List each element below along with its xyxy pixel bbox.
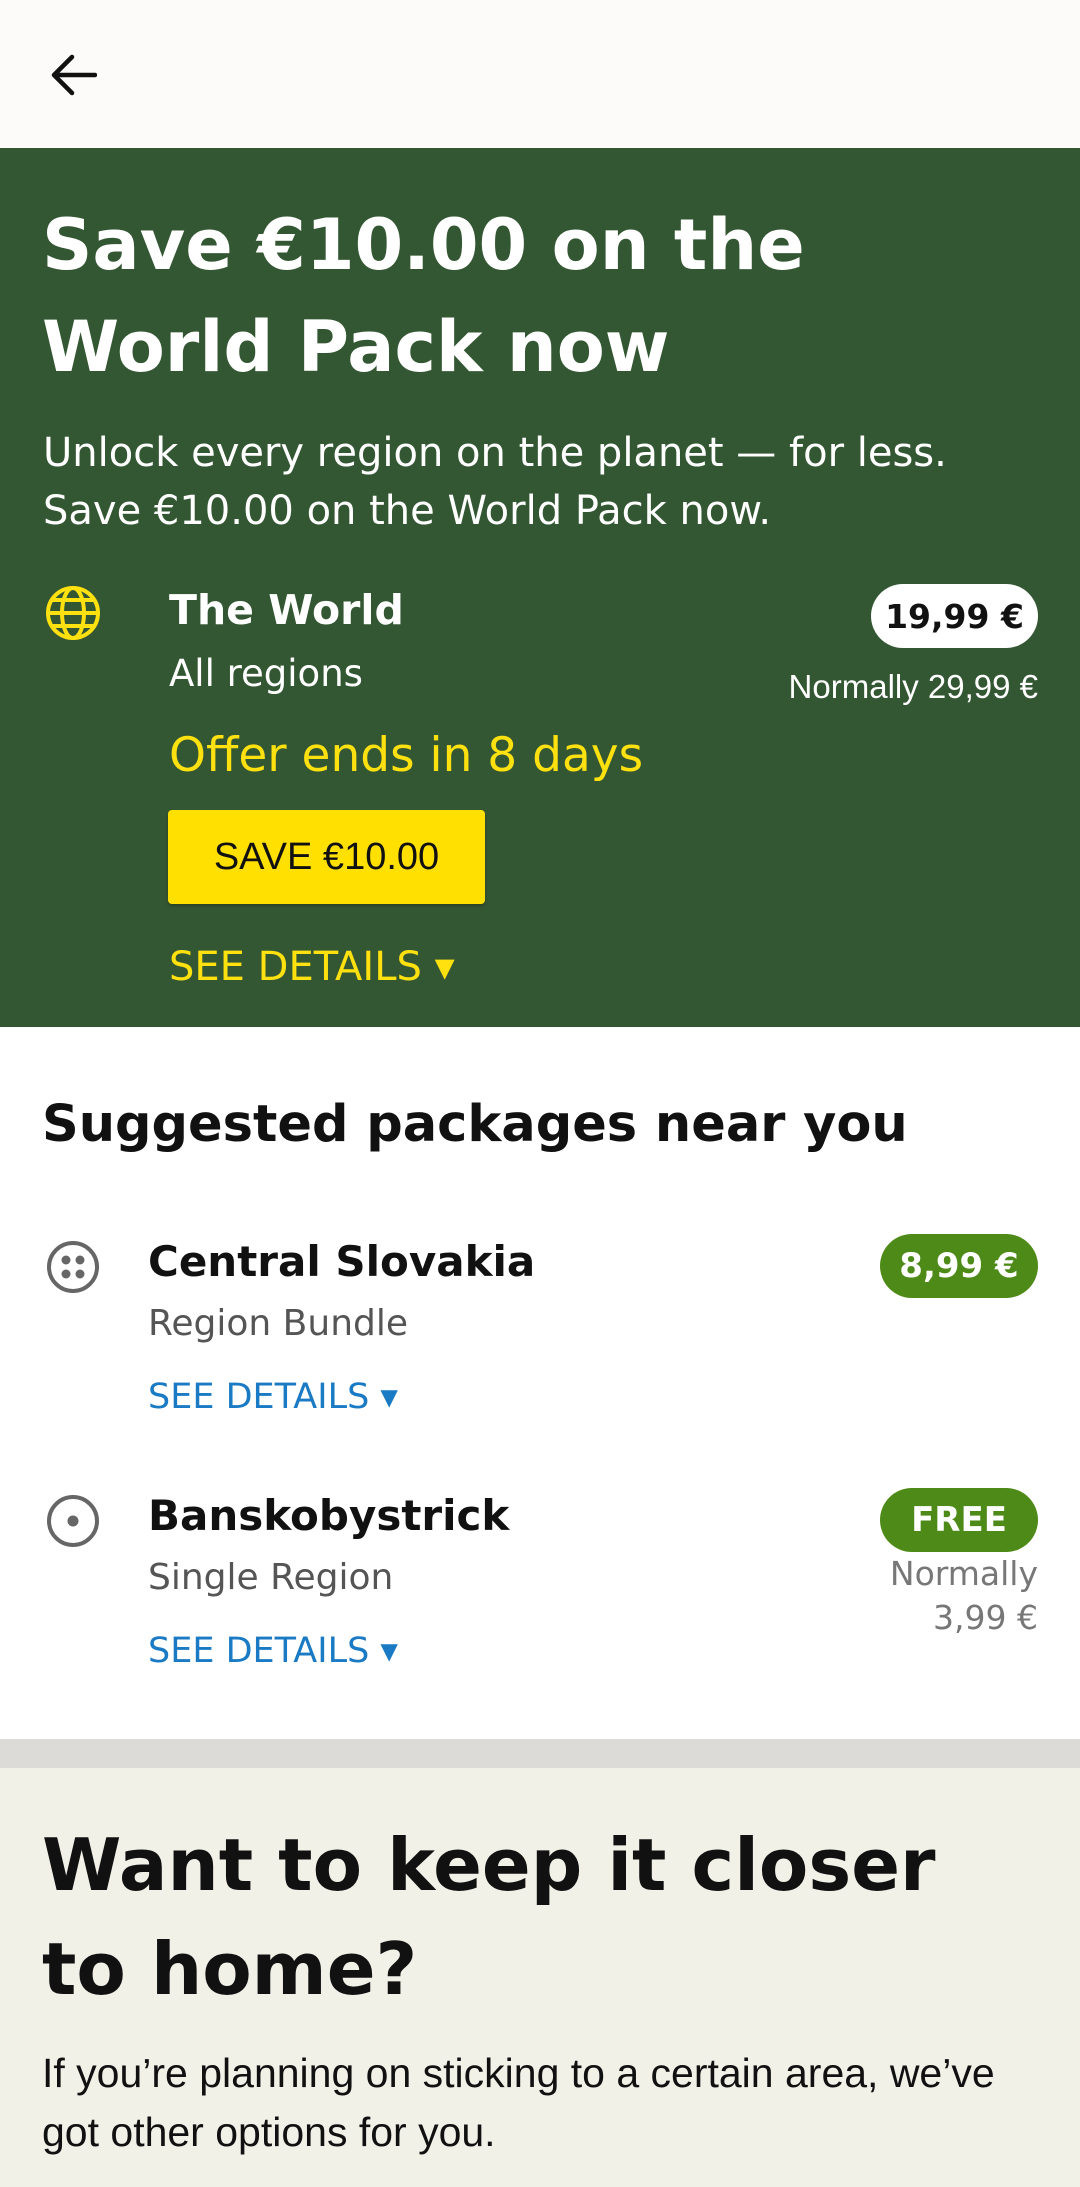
- section-heading: Suggested packages near you: [42, 1095, 908, 1154]
- price-badge: 8,99 €: [880, 1234, 1038, 1298]
- offer-countdown: Offer ends in 8 days: [169, 728, 644, 783]
- back-button[interactable]: [40, 42, 106, 108]
- package-name: Banskobystrick: [148, 1491, 510, 1540]
- section-body: If you’re planning on sticking to a cert…: [42, 2050, 995, 2155]
- pack-name: The World: [169, 586, 404, 634]
- package-name: Central Slovakia: [148, 1237, 536, 1286]
- free-badge: FREE: [880, 1488, 1038, 1552]
- package-type: Region Bundle: [148, 1303, 409, 1344]
- top-bar: [0, 0, 1080, 148]
- region-bundle-icon: [47, 1241, 99, 1293]
- see-details-link[interactable]: SEE DETAILS ▾: [148, 1631, 398, 1671]
- closer-to-home-section: Want to keep it closer to home? If you’r…: [0, 1768, 1080, 2187]
- normal-price-label: Normally: [889, 1554, 1038, 1593]
- package-type: Single Region: [148, 1557, 394, 1598]
- single-region-icon: [47, 1495, 99, 1547]
- world-pack-promo: Save €10.00 on the World Pack now Unlock…: [0, 148, 1080, 1027]
- price-badge: 19,99 €: [871, 584, 1038, 648]
- pack-type: All regions: [169, 652, 363, 695]
- section-heading: Want to keep it closer to home?: [42, 1823, 936, 2011]
- normal-price: Normally 29,99 €: [788, 668, 1038, 705]
- promo-title: Save €10.00 on the World Pack now: [42, 204, 805, 388]
- section-divider: [0, 1739, 1080, 1768]
- see-details-link[interactable]: SEE DETAILS ▾: [148, 1377, 398, 1417]
- promo-subtitle: Unlock every region on the planet — for …: [43, 430, 947, 534]
- arrow-left-icon: [51, 54, 97, 96]
- suggested-packages: Suggested packages near you Central Slov…: [0, 1027, 1080, 1739]
- see-details-link[interactable]: SEE DETAILS ▾: [169, 944, 455, 990]
- globe-icon: [46, 586, 100, 640]
- save-button[interactable]: SAVE €10.00: [168, 810, 485, 904]
- normal-price: 3,99 €: [933, 1598, 1038, 1637]
